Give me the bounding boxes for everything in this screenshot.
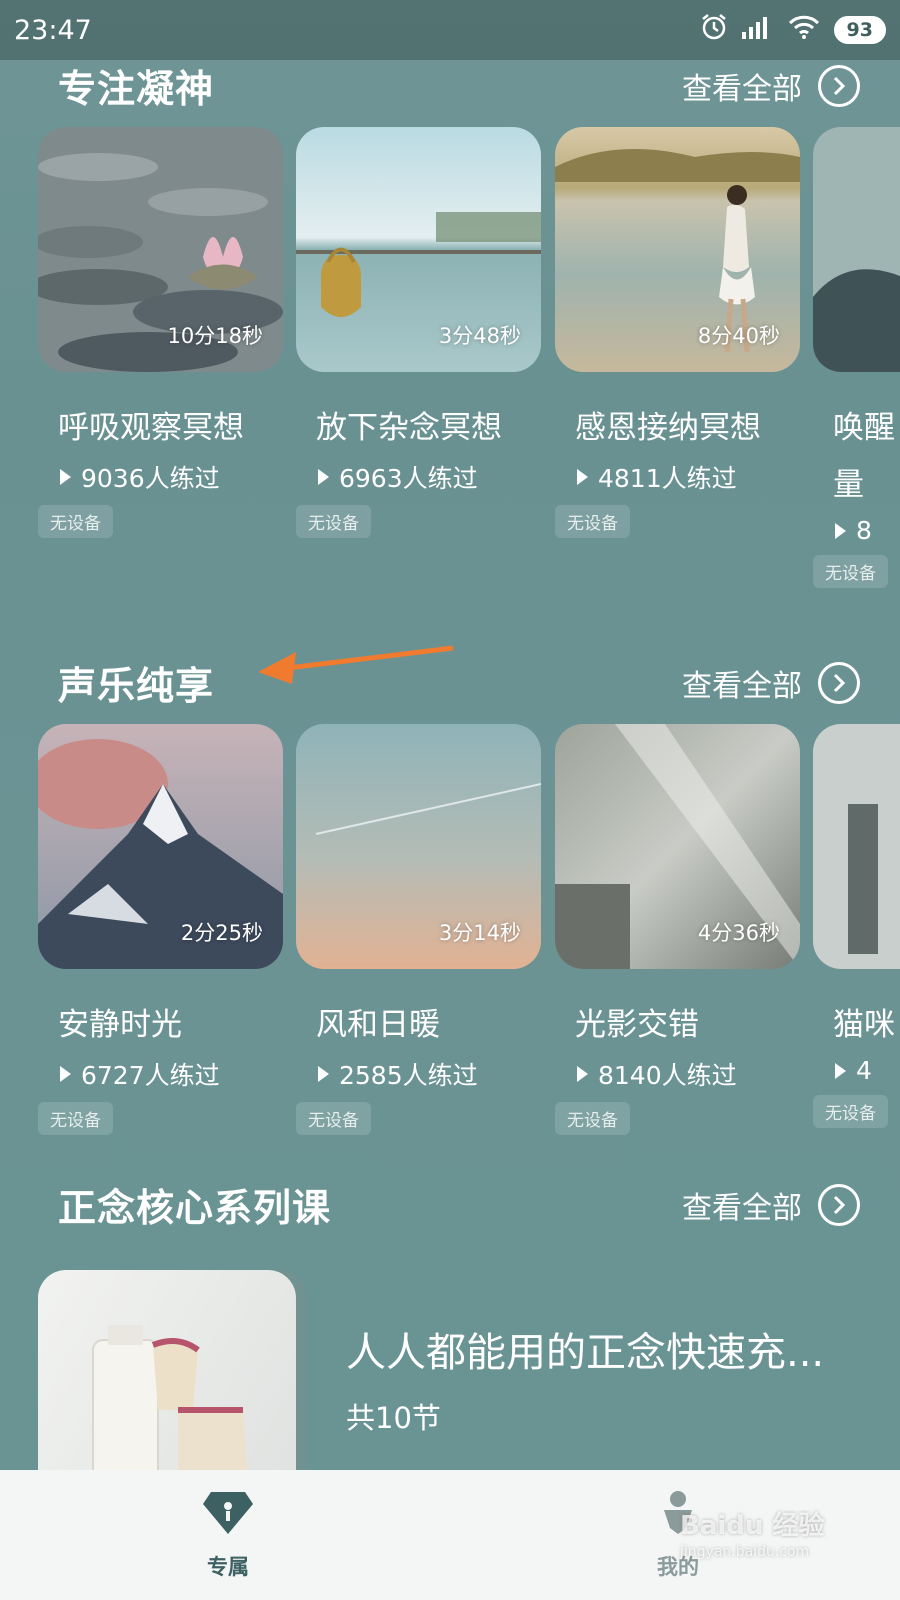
card-row-music: 2分25秒 安静时光 6727人练过 无设备 3分14秒 风和日暖 2585人练… [38, 724, 900, 1204]
chevron-right-icon [818, 1183, 860, 1226]
card-duration: 3分14秒 [438, 921, 521, 945]
card-play-count: 2585人练过 [296, 1056, 541, 1092]
card-play-count: 4811人练过 [555, 459, 800, 495]
card-duration: 2分25秒 [180, 921, 263, 945]
equipment-tag: 无设备 [296, 505, 371, 538]
card-title: 放下杂念冥想 [316, 410, 502, 446]
meditation-card[interactable]: 10分18秒 呼吸观察冥想 9036人练过 无设备 [38, 127, 283, 538]
card-duration: 10分18秒 [167, 324, 263, 348]
play-icon [577, 1066, 588, 1082]
card-play-count: 8140人练过 [555, 1056, 800, 1092]
chevron-right-icon [818, 64, 860, 107]
meditation-card[interactable]: 唤醒 量 8 无设备 [813, 127, 900, 588]
card-thumbnail: 10分18秒 [38, 127, 283, 372]
play-icon [835, 522, 846, 539]
card-thumbnail: 4分36秒 [555, 724, 800, 969]
card-duration: 4分36秒 [697, 921, 780, 945]
card-thumbnail [813, 724, 900, 969]
section-title: 专注凝神 [58, 67, 215, 111]
signal-icon [741, 15, 774, 46]
play-icon [60, 469, 71, 485]
tab-exclusive[interactable]: 专属 [201, 1490, 255, 1581]
card-thumbnail [813, 127, 900, 372]
see-all-label: 查看全部 [682, 71, 802, 107]
see-all-button[interactable]: 查看全部 [682, 661, 860, 705]
section-title: 正念核心系列课 [58, 1186, 332, 1230]
card-thumbnail: 2分25秒 [38, 724, 283, 969]
course-lesson-count: 共10节 [346, 1401, 441, 1435]
card-title: 呼吸观察冥想 [58, 410, 244, 446]
card-duration: 8分40秒 [697, 324, 780, 348]
chevron-right-icon [818, 661, 860, 704]
course-card[interactable]: 人人都能用的正念快速充... 共10节 [38, 1270, 900, 1480]
card-title: 感恩接纳冥想 [575, 410, 761, 446]
equipment-tag: 无设备 [555, 1102, 630, 1135]
music-card[interactable]: 2分25秒 安静时光 6727人练过 无设备 [38, 724, 283, 1135]
card-thumbnail: 3分48秒 [296, 127, 541, 372]
status-bar: 23:47 93 [0, 0, 900, 60]
music-card[interactable]: 4分36秒 光影交错 8140人练过 无设备 [555, 724, 800, 1135]
card-title: 猫咪 [833, 1007, 895, 1043]
equipment-tag: 无设备 [813, 555, 888, 588]
card-play-count: 4 [813, 1056, 900, 1085]
card-title: 风和日暖 [316, 1007, 440, 1043]
battery-indicator: 93 [833, 16, 886, 44]
card-thumbnail: 3分14秒 [296, 724, 541, 969]
card-title: 安静时光 [58, 1007, 182, 1043]
status-time: 23:47 [14, 14, 92, 46]
card-play-count: 6963人练过 [296, 459, 541, 495]
card-play-count: 6727人练过 [38, 1056, 283, 1092]
card-duration: 3分48秒 [438, 324, 521, 348]
meditation-card[interactable]: 3分48秒 放下杂念冥想 6963人练过 无设备 [296, 127, 541, 538]
card-title-line2: 量 [833, 467, 864, 503]
music-card[interactable]: 3分14秒 风和日暖 2585人练过 无设备 [296, 724, 541, 1135]
card-title: 唤醒 [833, 410, 895, 446]
equipment-tag: 无设备 [38, 1102, 113, 1135]
play-icon [835, 1062, 846, 1079]
see-all-label: 查看全部 [682, 1190, 802, 1226]
alarm-icon [700, 13, 728, 48]
status-icons: 93 [700, 13, 886, 48]
card-play-count: 8 [813, 516, 900, 545]
see-all-label: 查看全部 [682, 668, 802, 704]
course-thumbnail [38, 1270, 296, 1480]
card-play-count: 9036人练过 [38, 459, 283, 495]
equipment-tag: 无设备 [38, 505, 113, 538]
wifi-icon [788, 15, 820, 46]
course-title: 人人都能用的正念快速充... [346, 1330, 825, 1376]
meditation-card[interactable]: 8分40秒 感恩接纳冥想 4811人练过 无设备 [555, 127, 800, 538]
section-title: 声乐纯享 [58, 664, 215, 708]
diamond-icon [201, 1490, 255, 1541]
play-icon [60, 1066, 71, 1082]
card-thumbnail: 8分40秒 [555, 127, 800, 372]
section-header-course: 正念核心系列课 查看全部 [58, 1177, 860, 1232]
card-row-focus: 10分18秒 呼吸观察冥想 9036人练过 无设备 3分48秒 放下杂念冥想 6… [38, 127, 900, 607]
tab-label: 专属 [207, 1554, 249, 1579]
play-icon [318, 469, 329, 485]
equipment-tag: 无设备 [813, 1095, 888, 1128]
see-all-button[interactable]: 查看全部 [682, 64, 860, 108]
play-icon [577, 469, 588, 485]
card-title: 光影交错 [575, 1007, 699, 1043]
equipment-tag: 无设备 [296, 1102, 371, 1135]
equipment-tag: 无设备 [555, 505, 630, 538]
music-card[interactable]: 猫咪 4 无设备 [813, 724, 900, 1128]
see-all-button[interactable]: 查看全部 [682, 1183, 860, 1227]
baidu-watermark: Baidu 经验 jingyan.baidu.com [680, 1511, 825, 1560]
section-header-music: 声乐纯享 查看全部 [58, 655, 860, 710]
section-header-focus: 专注凝神 查看全部 [58, 58, 860, 113]
play-icon [318, 1066, 329, 1082]
